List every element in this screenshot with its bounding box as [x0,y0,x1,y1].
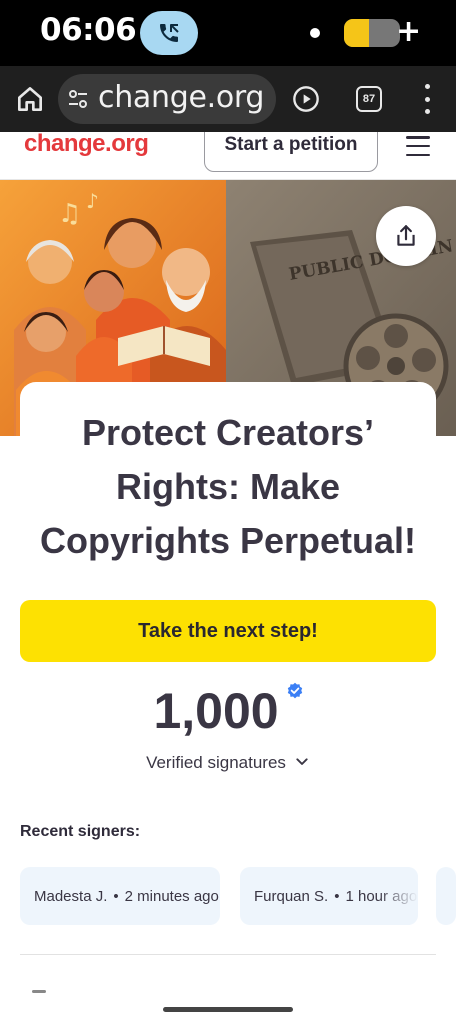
recent-signers-heading: Recent signers: [20,823,141,840]
signature-count: 1,000 [153,683,279,739]
verified-check-icon [287,682,303,699]
tabs-icon[interactable]: 87 [356,86,382,112]
share-icon [397,225,415,246]
signer-time: 2 minutes ago [124,887,219,905]
verified-signatures-toggle[interactable]: Verified signatures [0,753,456,773]
svg-text:♪: ♪ [86,189,99,213]
petition-card: Protect Creators’ Rights: Make Copyright… [20,382,436,582]
battery-icon [344,19,400,47]
verified-signatures-label: Verified signatures [146,753,286,772]
recent-signer-chip-partial [436,867,456,925]
section-divider [20,954,436,955]
start-petition-button[interactable]: Start a petition [204,132,378,172]
notification-dot [310,28,320,38]
ongoing-call-pill[interactable] [140,11,198,55]
url-text: change.org [98,80,265,115]
site-header: change.org Start a petition [0,132,456,180]
chevron-down-icon [296,758,308,765]
home-icon[interactable] [14,83,46,115]
play-circle-icon[interactable] [292,85,320,113]
tune-icon[interactable] [66,87,90,111]
browser-toolbar: change.org 87 [0,66,456,132]
phone-call-icon [160,24,179,42]
status-bar: 06:06 + [0,0,456,66]
more-vert-icon[interactable] [420,84,434,114]
battery-level [344,19,370,47]
separator-dot: • [334,887,340,905]
petition-title: Protect Creators’ Rights: Make Copyright… [39,412,417,561]
chip-fade-overlay [378,867,418,925]
share-button[interactable] [376,206,436,266]
take-next-step-button[interactable]: Take the next step! [20,600,436,662]
change-logo[interactable]: change.org [24,132,149,158]
signer-name: Madesta J. [34,887,108,905]
home-indicator[interactable] [163,1007,293,1012]
address-bar[interactable]: change.org [58,74,276,124]
partial-content [32,990,46,993]
svg-text:♫: ♫ [58,199,81,229]
charging-plus-icon: + [396,14,422,49]
signer-name: Furquan S. [254,887,329,905]
recent-signer-chip: Madesta J. • 2 minutes ago [20,867,220,925]
separator-dot: • [113,887,119,905]
status-time: 06:06 [40,12,137,48]
recent-signer-chip: Furquan S. • 1 hour ago [240,867,418,925]
hamburger-icon[interactable] [406,136,430,156]
